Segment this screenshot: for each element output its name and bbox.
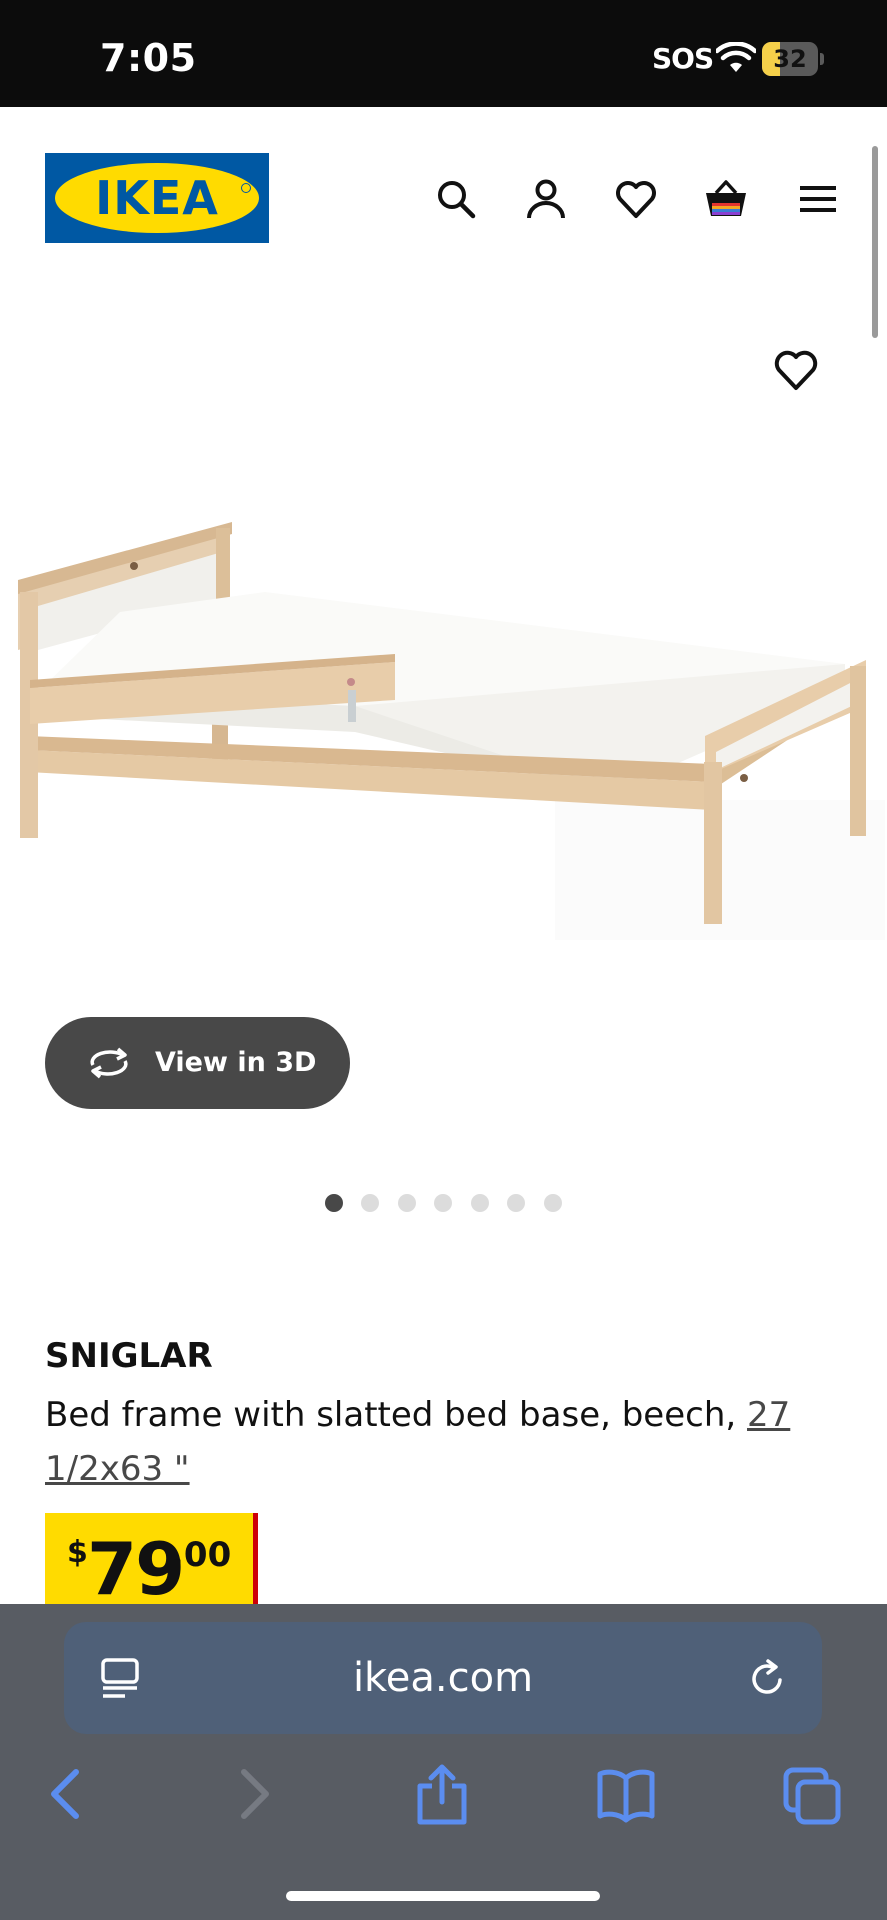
gallery-dot[interactable] xyxy=(471,1194,489,1212)
add-to-favorites-icon[interactable] xyxy=(772,348,820,392)
battery-level: 32 xyxy=(773,45,807,73)
browser-toolbar: ikea.com xyxy=(0,1604,887,1920)
menu-icon[interactable] xyxy=(796,177,840,221)
gallery-dot[interactable] xyxy=(507,1194,525,1212)
gallery-dot[interactable] xyxy=(544,1194,562,1212)
price-tag: $ 79 .00 xyxy=(45,1513,253,1613)
product-image[interactable] xyxy=(0,500,887,940)
cart-icon[interactable] xyxy=(704,177,748,221)
site-header: IKEA xyxy=(0,107,887,287)
page-scrollbar[interactable] xyxy=(872,146,878,338)
status-time: 7:05 xyxy=(100,36,197,80)
logo-text: IKEA xyxy=(95,171,219,225)
reload-icon[interactable] xyxy=(746,1656,790,1700)
gallery-dot[interactable] xyxy=(434,1194,452,1212)
back-icon[interactable] xyxy=(34,1762,94,1826)
view-in-3d-button[interactable]: View in 3D xyxy=(45,1017,350,1109)
view-in-3d-label: View in 3D xyxy=(155,1047,317,1078)
account-icon[interactable] xyxy=(524,177,568,221)
gallery-pagination xyxy=(0,1194,887,1214)
ikea-logo[interactable]: IKEA xyxy=(45,153,269,243)
price-cents: .00 xyxy=(171,1535,232,1575)
battery-icon: 32 xyxy=(762,42,824,76)
share-icon[interactable] xyxy=(412,1762,472,1826)
product-description: Bed frame with slatted bed base, beech, … xyxy=(45,1388,845,1496)
search-icon[interactable] xyxy=(434,177,478,221)
gallery-dot[interactable] xyxy=(361,1194,379,1212)
home-indicator[interactable] xyxy=(286,1891,600,1901)
status-carrier: SOS xyxy=(652,42,714,75)
status-bar: 7:05 SOS 32 xyxy=(0,0,887,107)
url-text: ikea.com xyxy=(352,1655,534,1701)
gallery-dot[interactable] xyxy=(398,1194,416,1212)
price-currency: $ xyxy=(67,1535,88,1570)
price-whole: 79 xyxy=(87,1527,185,1611)
forward-icon[interactable] xyxy=(226,1762,286,1826)
tabs-icon[interactable] xyxy=(782,1762,842,1826)
rotate-3d-icon xyxy=(90,1047,128,1079)
gallery-dot[interactable] xyxy=(325,1194,343,1212)
favorites-icon[interactable] xyxy=(614,177,658,221)
wifi-icon xyxy=(716,42,756,72)
address-bar[interactable]: ikea.com xyxy=(64,1622,822,1734)
bookmarks-icon[interactable] xyxy=(596,1762,656,1826)
product-description-text: Bed frame with slatted bed base, beech, xyxy=(45,1395,737,1435)
product-name: SNIGLAR xyxy=(45,1336,213,1376)
